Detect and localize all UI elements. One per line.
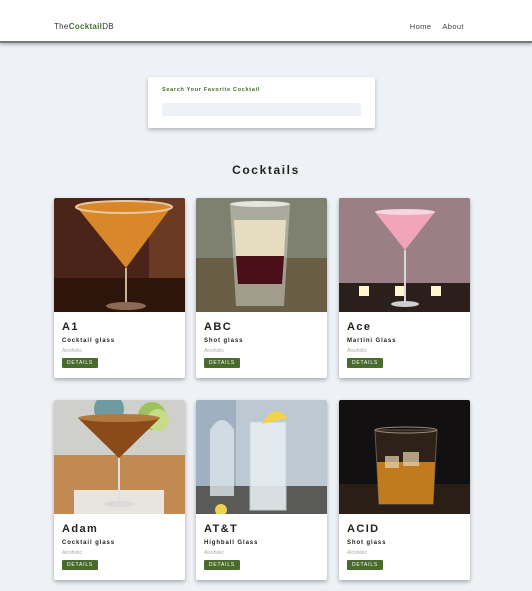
nav-home-link[interactable]: Home	[410, 22, 432, 31]
cocktail-alcoholic: Alcoholic	[204, 550, 225, 556]
cocktail-name: Ace	[347, 321, 372, 333]
details-button[interactable]: DETAILS	[204, 358, 241, 368]
cocktail-name: ACID	[347, 523, 380, 535]
cocktail-glass: Shot glass	[347, 540, 387, 546]
cocktail-alcoholic: Alcoholic	[62, 348, 83, 354]
details-button[interactable]: DETAILS	[347, 358, 384, 368]
logo-suffix: DB	[102, 22, 114, 31]
cocktail-card: ACID Shot glass Alcoholic DETAILS	[339, 400, 470, 580]
search-input[interactable]	[162, 103, 361, 116]
cocktail-card: Ace Martini Glass Alcoholic DETAILS	[339, 198, 470, 378]
logo-prefix: The	[54, 22, 69, 31]
cocktail-alcoholic: Alcoholic	[62, 550, 83, 556]
cocktail-image-abc	[196, 198, 327, 312]
cocktail-glass: Martini Glass	[347, 338, 397, 344]
cocktail-card: ABC Shot glass Alcoholic DETAILS	[196, 198, 327, 378]
search-label: Search Your Favorite Cocktail	[162, 87, 261, 93]
section-title: Cocktails	[232, 163, 300, 177]
cocktail-name: Adam	[62, 523, 99, 535]
cocktail-name: A1	[62, 321, 79, 333]
cocktail-image-adam	[54, 400, 185, 514]
cocktail-glass: Highball Glass	[204, 540, 259, 546]
navbar: TheCocktailDB Home About	[0, 0, 532, 43]
details-button[interactable]: DETAILS	[62, 358, 99, 368]
cocktail-alcoholic: Alcoholic	[204, 348, 225, 354]
nav-links: Home About	[410, 22, 464, 31]
cocktail-image-att	[196, 400, 327, 514]
cocktail-glass: Cocktail glass	[62, 540, 115, 546]
cocktail-image-acid	[339, 400, 470, 514]
cocktail-card: Adam Cocktail glass Alcoholic DETAILS	[54, 400, 185, 580]
details-button[interactable]: DETAILS	[204, 560, 241, 570]
cocktail-card: AT&T Highball Glass Alcoholic DETAILS	[196, 400, 327, 580]
cocktail-alcoholic: Alcoholic	[347, 550, 368, 556]
cocktail-name: AT&T	[204, 523, 239, 535]
logo-brand: Cocktail	[68, 22, 103, 31]
cocktail-image-ace	[339, 198, 470, 312]
details-button[interactable]: DETAILS	[347, 560, 384, 570]
site-logo[interactable]: TheCocktailDB	[54, 22, 114, 31]
cocktail-glass: Cocktail glass	[62, 338, 115, 344]
cocktail-card: A1 Cocktail glass Alcoholic DETAILS	[54, 198, 185, 378]
cocktail-glass: Shot glass	[204, 338, 244, 344]
cocktail-image-a1	[54, 198, 185, 312]
nav-about-link[interactable]: About	[442, 22, 464, 31]
cocktail-name: ABC	[204, 321, 233, 333]
search-form: Search Your Favorite Cocktail	[148, 77, 375, 128]
cocktail-alcoholic: Alcoholic	[347, 348, 368, 354]
details-button[interactable]: DETAILS	[62, 560, 99, 570]
